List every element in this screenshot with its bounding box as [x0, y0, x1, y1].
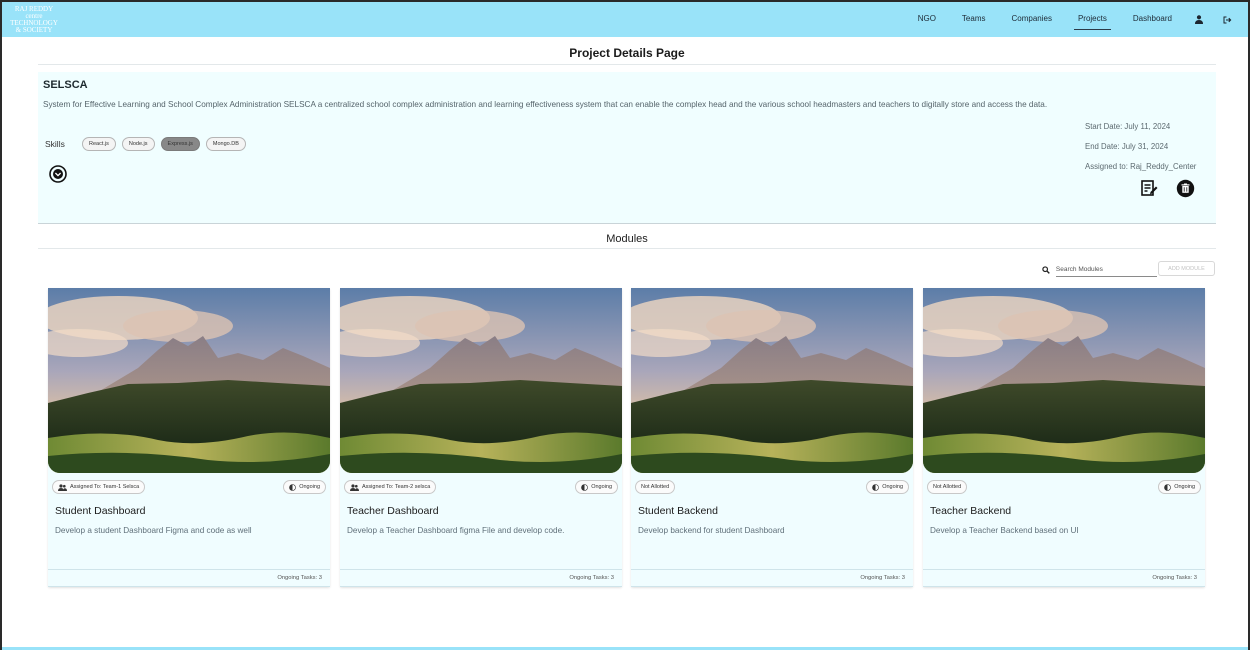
module-footer: Ongoing Tasks: 3	[48, 569, 330, 587]
status-badge: Ongoing	[283, 480, 326, 494]
module-footer: Ongoing Tasks: 3	[631, 569, 913, 587]
status-text: Ongoing	[1174, 484, 1195, 490]
progress-icon	[289, 483, 297, 491]
module-image	[923, 288, 1205, 473]
nav-menu: NGO Teams Companies Projects Dashboard	[896, 10, 1232, 30]
module-card[interactable]: Not Allotted Ongoing Teacher Backend Dev…	[923, 288, 1205, 587]
module-card[interactable]: Assigned To: Team-2 selsca Ongoing Teach…	[340, 288, 622, 587]
start-date: Start Date: July 11, 2024	[1085, 122, 1171, 131]
status-badge: Ongoing	[575, 480, 618, 494]
logo-line-3: & SOCIETY	[15, 25, 53, 34]
top-navbar: RAJ REDDY centre TECHNOLOGY & SOCIETY NG…	[2, 2, 1248, 37]
status-badge: Ongoing	[866, 480, 909, 494]
module-title: Student Backend	[638, 505, 718, 517]
progress-icon	[581, 483, 589, 491]
skill-chip-express[interactable]: Express.js	[160, 137, 200, 151]
modules-title: Modules	[38, 233, 1216, 249]
person-icon[interactable]	[1194, 15, 1204, 25]
group-icon	[58, 483, 67, 491]
progress-icon	[872, 483, 880, 491]
assignment-text: Not Allotted	[933, 484, 962, 490]
logout-icon[interactable]	[1222, 15, 1232, 25]
logo-line-1: RAJ REDDY centre	[14, 4, 54, 20]
page-title: Project Details Page	[38, 46, 1216, 65]
search-icon	[1042, 266, 1050, 274]
add-module-button[interactable]: ADD MODULE	[1158, 261, 1215, 276]
status-text: Ongoing	[882, 484, 903, 490]
module-title: Teacher Backend	[930, 505, 1012, 517]
progress-icon	[1164, 483, 1172, 491]
landscape-image	[923, 288, 1205, 473]
nav-item-dashboard[interactable]: Dashboard	[1129, 10, 1176, 29]
nav-item-teams[interactable]: Teams	[958, 10, 990, 29]
delete-project-button[interactable]	[1176, 179, 1195, 198]
module-search	[1042, 263, 1157, 277]
nav-item-companies[interactable]: Companies	[1007, 10, 1055, 29]
brand-logo[interactable]: RAJ REDDY centre TECHNOLOGY & SOCIETY	[10, 4, 58, 34]
status-text: Ongoing	[591, 484, 612, 490]
project-description: System for Effective Learning and School…	[43, 100, 1048, 109]
module-image	[48, 288, 330, 473]
assignment-badge: Assigned To: Team-2 selsca	[344, 480, 437, 494]
delete-icon	[1176, 179, 1195, 198]
skill-chip-node[interactable]: Node.js	[121, 137, 155, 151]
skills-label: Skills	[45, 139, 65, 149]
assigned-to: Assigned to: Raj_Reddy_Center	[1085, 162, 1197, 171]
module-card[interactable]: Not Allotted Ongoing Student Backend Dev…	[631, 288, 913, 587]
nav-item-projects[interactable]: Projects	[1073, 10, 1111, 30]
edit-project-button[interactable]	[1140, 179, 1158, 197]
landscape-image	[48, 288, 330, 473]
status-text: Ongoing	[299, 484, 320, 490]
landscape-image	[631, 288, 913, 473]
expand-button[interactable]	[49, 165, 67, 183]
assignment-text: Not Allotted	[641, 484, 670, 490]
status-badge: Ongoing	[1158, 480, 1201, 494]
module-footer: Ongoing Tasks: 3	[923, 569, 1205, 587]
project-details-card: SELSCA System for Effective Learning and…	[38, 72, 1216, 224]
group-icon	[350, 483, 359, 491]
module-description: Develop a student Dashboard Figma and co…	[55, 526, 252, 535]
chevron-down-circle-icon	[49, 165, 67, 183]
landscape-image	[340, 288, 622, 473]
assignment-text: Assigned To: Team-1 Selsca	[70, 484, 140, 490]
assignment-badge: Not Allotted	[635, 480, 676, 494]
assignment-badge: Not Allotted	[927, 480, 968, 494]
project-name: SELSCA	[43, 79, 88, 91]
edit-note-icon	[1141, 180, 1158, 196]
module-card[interactable]: Assigned To: Team-1 Selsca Ongoing Stude…	[48, 288, 330, 587]
assignment-badge: Assigned To: Team-1 Selsca	[52, 480, 146, 494]
skill-chip-mongo[interactable]: Mongo.DB	[205, 137, 246, 151]
skill-chip-react[interactable]: React.js	[82, 137, 116, 151]
module-footer: Ongoing Tasks: 3	[340, 569, 622, 587]
module-description: Develop backend for student Dashboard	[638, 526, 785, 535]
assignment-text: Assigned To: Team-2 selsca	[362, 484, 431, 490]
search-modules-input[interactable]	[1055, 263, 1157, 277]
skills-list: React.js Node.js Express.js Mongo.DB	[82, 137, 252, 151]
end-date: End Date: July 31, 2024	[1085, 142, 1169, 151]
module-title: Student Dashboard	[55, 505, 146, 517]
module-image	[340, 288, 622, 473]
module-description: Develop a Teacher Backend based on UI	[930, 526, 1079, 535]
nav-item-ngo[interactable]: NGO	[914, 10, 940, 29]
module-title: Teacher Dashboard	[347, 505, 439, 517]
module-description: Develop a Teacher Dashboard figma File a…	[347, 526, 565, 535]
module-image	[631, 288, 913, 473]
